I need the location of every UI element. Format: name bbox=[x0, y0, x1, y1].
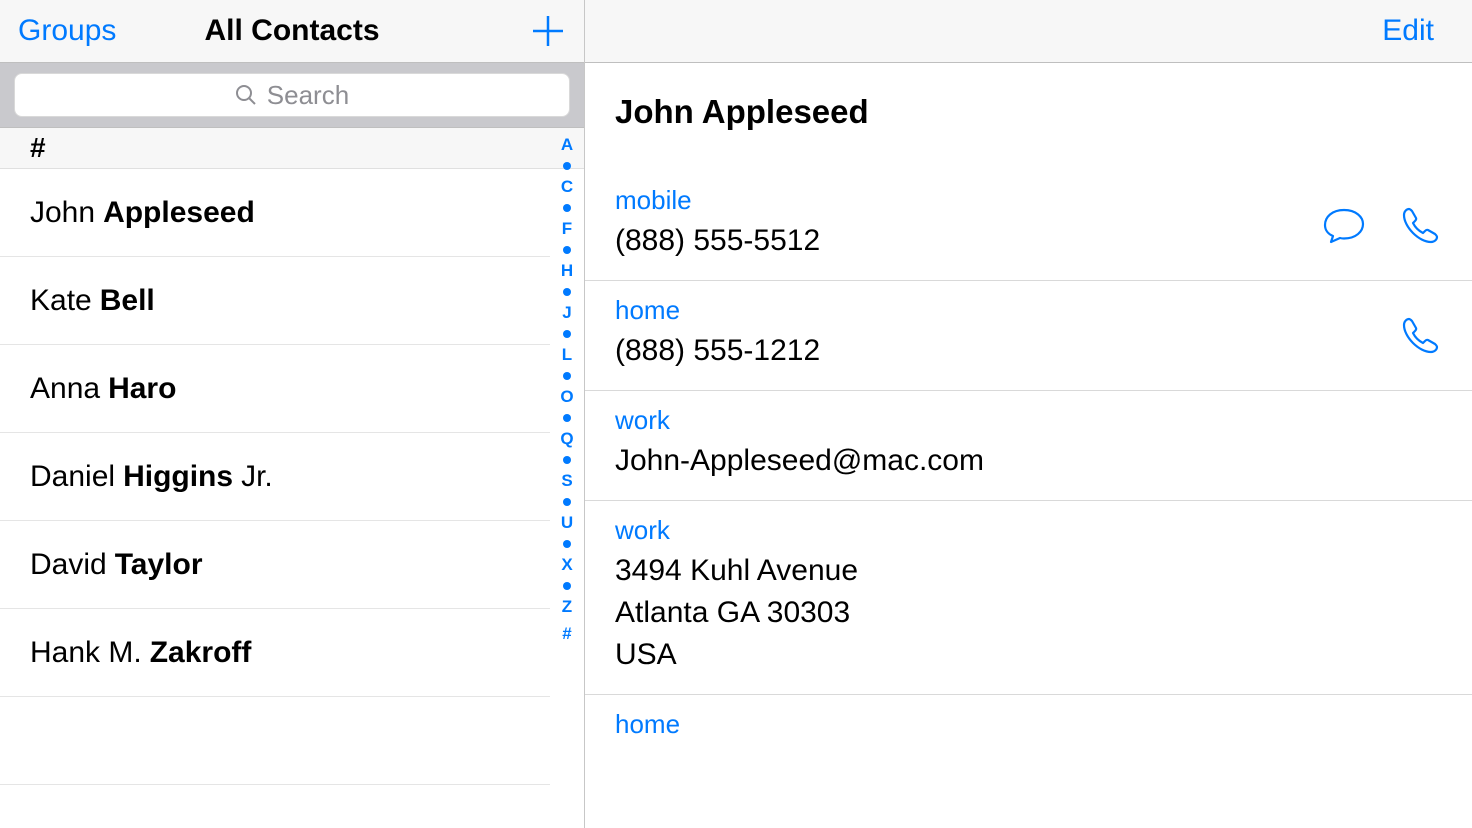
contacts-master-pane: Groups All Contacts Search # John bbox=[0, 0, 585, 828]
detail-value-email: John-Appleseed@mac.com bbox=[615, 440, 1442, 482]
index-dot bbox=[563, 204, 571, 212]
detail-row-email-work[interactable]: work John-Appleseed@mac.com bbox=[585, 391, 1472, 501]
call-button[interactable] bbox=[1398, 314, 1442, 358]
contact-last-name: Appleseed bbox=[103, 196, 255, 230]
index-letter[interactable]: O bbox=[560, 387, 573, 407]
index-dot bbox=[563, 162, 571, 170]
phone-icon bbox=[1399, 315, 1441, 357]
speech-bubble-icon bbox=[1322, 206, 1366, 246]
call-button[interactable] bbox=[1398, 204, 1442, 248]
detail-row-partial[interactable]: home bbox=[585, 695, 1472, 740]
index-letter[interactable]: A bbox=[561, 135, 573, 155]
add-contact-button[interactable] bbox=[530, 13, 566, 49]
detail-nav-bar: Edit bbox=[585, 0, 1472, 63]
detail-label: work bbox=[615, 405, 1442, 436]
contact-first-name: Hank M. bbox=[30, 636, 142, 670]
index-letter[interactable]: C bbox=[561, 177, 573, 197]
contact-list: John Appleseed Kate Bell Anna Haro Danie… bbox=[0, 169, 584, 828]
detail-value-phone: (888) 555-5512 bbox=[615, 220, 1442, 262]
alphabet-index-strip[interactable]: A C F H J L O Q S U X Z # bbox=[554, 135, 580, 828]
contact-last-name: Zakroff bbox=[150, 636, 252, 670]
index-dot bbox=[563, 372, 571, 380]
message-button[interactable] bbox=[1322, 204, 1366, 248]
detail-row-phone-home[interactable]: home (888) 555-1212 bbox=[585, 281, 1472, 391]
index-dot bbox=[563, 456, 571, 464]
index-dot bbox=[563, 246, 571, 254]
index-dot bbox=[563, 498, 571, 506]
index-letter[interactable]: Z bbox=[562, 597, 572, 617]
contact-detail-pane: Edit John Appleseed mobile (888) 555-551… bbox=[585, 0, 1472, 828]
search-icon bbox=[235, 84, 257, 106]
contact-row[interactable]: John Appleseed bbox=[0, 169, 550, 257]
index-letter[interactable]: L bbox=[562, 345, 572, 365]
index-letter[interactable]: # bbox=[562, 624, 571, 644]
plus-icon bbox=[531, 14, 565, 48]
contact-row[interactable]: Anna Haro bbox=[0, 345, 550, 433]
index-dot bbox=[563, 288, 571, 296]
phone-icon bbox=[1399, 205, 1441, 247]
contact-first-name: David bbox=[30, 548, 107, 582]
search-placeholder: Search bbox=[267, 80, 349, 111]
index-letter[interactable]: U bbox=[561, 513, 573, 533]
contact-row[interactable]: Daniel Higgins Jr. bbox=[0, 433, 550, 521]
index-dot bbox=[563, 582, 571, 590]
contact-first-name: John bbox=[30, 196, 95, 230]
contact-first-name: Kate bbox=[30, 284, 92, 318]
index-letter[interactable]: H bbox=[561, 261, 573, 281]
contact-first-name: Anna bbox=[30, 372, 100, 406]
detail-label: home bbox=[615, 295, 1442, 326]
edit-button[interactable]: Edit bbox=[1382, 14, 1434, 48]
index-dot bbox=[563, 540, 571, 548]
contact-last-name: Haro bbox=[108, 372, 176, 406]
search-input[interactable]: Search bbox=[14, 73, 570, 117]
detail-row-address-work[interactable]: work 3494 Kuhl Avenue Atlanta GA 30303 U… bbox=[585, 501, 1472, 695]
detail-row-phone-mobile[interactable]: mobile (888) 555-5512 bbox=[585, 171, 1472, 281]
index-letter[interactable]: F bbox=[562, 219, 572, 239]
section-header-hash: # bbox=[0, 128, 584, 169]
contact-first-name: Daniel bbox=[30, 460, 115, 494]
contact-name-title: John Appleseed bbox=[585, 63, 1472, 171]
contact-row[interactable]: David Taylor bbox=[0, 521, 550, 609]
groups-button[interactable]: Groups bbox=[18, 14, 116, 48]
detail-value-address: 3494 Kuhl Avenue Atlanta GA 30303 USA bbox=[615, 550, 1442, 676]
contact-suffix: Jr. bbox=[241, 460, 273, 494]
index-dot bbox=[563, 414, 571, 422]
index-letter[interactable]: X bbox=[561, 555, 572, 575]
detail-label: work bbox=[615, 515, 1442, 546]
index-letter[interactable]: J bbox=[562, 303, 571, 323]
contact-last-name: Taylor bbox=[115, 548, 203, 582]
contact-last-name: Bell bbox=[100, 284, 155, 318]
detail-value-phone: (888) 555-1212 bbox=[615, 330, 1442, 372]
contact-last-name: Higgins bbox=[123, 460, 233, 494]
contact-row[interactable]: Kate Bell bbox=[0, 257, 550, 345]
detail-label: home bbox=[615, 709, 1442, 740]
contact-row[interactable]: Hank M. Zakroff bbox=[0, 609, 550, 697]
index-letter[interactable]: S bbox=[561, 471, 572, 491]
index-dot bbox=[563, 330, 571, 338]
search-bar-container: Search bbox=[0, 63, 584, 128]
detail-label: mobile bbox=[615, 185, 1442, 216]
master-nav-bar: Groups All Contacts bbox=[0, 0, 584, 63]
contact-row-empty bbox=[0, 697, 550, 785]
index-letter[interactable]: Q bbox=[560, 429, 573, 449]
